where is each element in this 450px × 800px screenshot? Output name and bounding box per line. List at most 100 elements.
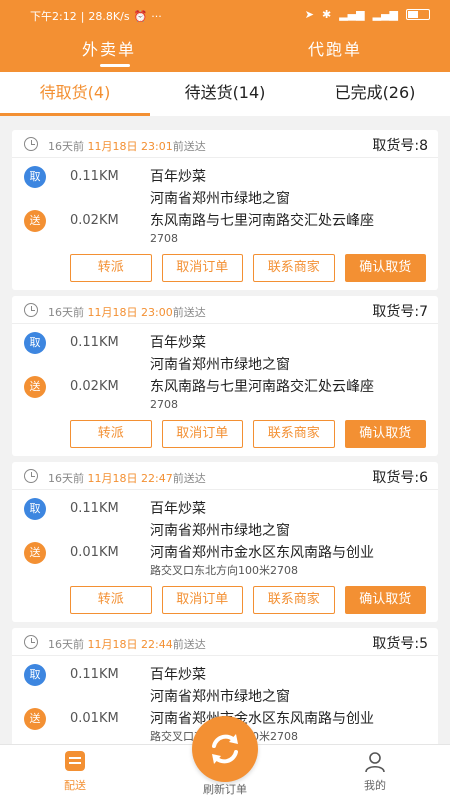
delivery-row: 送 0.01KM 河南省郑州市金水区东风南路与创业 路交叉口东北方向100米27… <box>24 542 428 578</box>
delivery-distance: 0.02KM <box>70 379 119 394</box>
refresh-orders-button[interactable] <box>192 716 258 782</box>
pickup-number: 取货号:5 <box>372 636 428 652</box>
shop-address: 河南省郑州市绿地之窗 <box>150 357 290 373</box>
transfer-button[interactable]: 转派 <box>70 586 152 614</box>
order-age: 16天前 <box>48 472 84 485</box>
order-deadline: 23:01 <box>141 140 173 153</box>
order-list: 16天前 11月18日 23:01 前送达 取货号:8 取 0.11KM 百年炒菜… <box>0 116 450 744</box>
confirm-pickup-button[interactable]: 确认取货 <box>344 586 426 614</box>
pickup-number: 取货号:6 <box>372 470 428 486</box>
delivery-address-extra: 2708 <box>150 232 178 245</box>
tab-completed[interactable]: 已完成(26) <box>300 72 450 116</box>
shop-name: 百年炒菜 <box>150 501 206 517</box>
shop-name: 百年炒菜 <box>150 169 206 185</box>
pickup-row: 取 0.11KM 百年炒菜 河南省郑州市绿地之窗 <box>24 498 428 542</box>
delivery-address-extra: 路交叉口东北方向100米2708 <box>150 564 298 577</box>
delivery-address: 东风南路与七里河南路交汇处云峰座 <box>150 379 374 395</box>
cancel-order-button[interactable]: 取消订单 <box>161 586 243 614</box>
contact-merchant-button[interactable]: 联系商家 <box>253 586 335 614</box>
delivery-row: 送 0.02KM 东风南路与七里河南路交汇处云峰座 2708 <box>24 210 428 246</box>
delivery-address: 东风南路与七里河南路交汇处云峰座 <box>150 213 374 229</box>
network-speed: 28.8K/s <box>88 9 130 23</box>
order-actions: 转派 取消订单 联系商家 确认取货 <box>70 586 426 614</box>
refresh-icon <box>212 734 238 764</box>
contact-merchant-button[interactable]: 联系商家 <box>253 420 335 448</box>
cancel-order-button[interactable]: 取消订单 <box>161 254 243 282</box>
pickup-number: 取货号:8 <box>372 138 428 154</box>
delivery-distance: 0.02KM <box>70 213 119 228</box>
bluetooth-icon: ✱ <box>322 8 332 21</box>
battery-icon <box>406 9 430 20</box>
signal-icon: ▂▄▆ <box>339 8 365 21</box>
contact-merchant-button[interactable]: 联系商家 <box>253 254 335 282</box>
pickup-badge: 取 <box>24 498 46 520</box>
order-date: 11月18日 <box>87 638 138 651</box>
pickup-distance: 0.11KM <box>70 667 119 682</box>
clock-icon <box>24 469 38 483</box>
user-icon <box>365 752 385 773</box>
pickup-badge: 取 <box>24 166 46 188</box>
confirm-pickup-button[interactable]: 确认取货 <box>344 420 426 448</box>
order-date: 11月18日 <box>87 140 138 153</box>
delivery-distance: 0.01KM <box>70 545 119 560</box>
pickup-distance: 0.11KM <box>70 335 119 350</box>
pickup-badge: 取 <box>24 664 46 686</box>
tab-indicator <box>100 64 130 67</box>
nav-refresh-label: 刷新订单 <box>203 783 247 796</box>
delivery-badge: 送 <box>24 210 46 232</box>
pickup-badge: 取 <box>24 332 46 354</box>
pickup-row: 取 0.11KM 百年炒菜 河南省郑州市绿地之窗 <box>24 664 428 708</box>
deadline-suffix: 前送达 <box>172 638 206 651</box>
shop-address: 河南省郑州市绿地之窗 <box>150 689 290 705</box>
delivery-badge: 送 <box>24 542 46 564</box>
tab-awaiting-pickup[interactable]: 待取货(4) <box>0 72 150 116</box>
order-date: 11月18日 <box>87 472 138 485</box>
order-card: 16天前 11月18日 23:00前送达 取货号:7 取 0.11KM 百年炒菜… <box>12 296 438 456</box>
delivery-row: 送 0.02KM 东风南路与七里河南路交汇处云峰座 2708 <box>24 376 428 412</box>
clock-icon <box>24 635 38 649</box>
deadline-suffix: 前送达 <box>172 472 206 485</box>
status-time: 下午2:12 <box>30 10 77 23</box>
status-bar: 下午2:12 | 28.8K/s ⏰ ··· ➤ ✱ ▂▄▆ ▂▄▆ <box>0 0 450 30</box>
pickup-row: 取 0.11KM 百年炒菜 河南省郑州市绿地之窗 <box>24 332 428 376</box>
pickup-number: 取货号:7 <box>372 304 428 320</box>
clock-icon <box>24 303 38 317</box>
delivery-badge: 送 <box>24 708 46 730</box>
header: 下午2:12 | 28.8K/s ⏰ ··· ➤ ✱ ▂▄▆ ▂▄▆ 外卖单 代… <box>0 0 450 72</box>
more-icon: ··· <box>151 9 162 23</box>
nav-profile[interactable]: 我的 <box>330 751 420 793</box>
pickup-distance: 0.11KM <box>70 501 119 516</box>
transfer-button[interactable]: 转派 <box>70 420 152 448</box>
delivery-distance: 0.01KM <box>70 711 119 726</box>
order-age: 16天前 <box>48 140 84 153</box>
cancel-order-button[interactable]: 取消订单 <box>161 420 243 448</box>
tab-awaiting-delivery[interactable]: 待送货(14) <box>150 72 300 116</box>
pickup-row: 取 0.11KM 百年炒菜 河南省郑州市绿地之窗 <box>24 166 428 210</box>
shop-name: 百年炒菜 <box>150 335 206 351</box>
location-icon: ➤ <box>304 8 314 21</box>
nav-delivery[interactable]: 配送 <box>30 751 120 793</box>
nav-refresh-label-wrap[interactable]: 刷新订单 <box>180 781 270 797</box>
nav-profile-label: 我的 <box>364 779 386 792</box>
confirm-pickup-button[interactable]: 确认取货 <box>344 254 426 282</box>
order-age: 16天前 <box>48 638 84 651</box>
tab-errand[interactable]: 代跑单 <box>308 36 362 60</box>
order-actions: 转派 取消订单 联系商家 确认取货 <box>70 254 426 282</box>
order-deadline: 22:47 <box>141 472 173 485</box>
order-actions: 转派 取消订单 联系商家 确认取货 <box>70 420 426 448</box>
order-card: 16天前 11月18日 23:01前送达 取货号:8 取 0.11KM 百年炒菜… <box>12 130 438 290</box>
order-deadline: 23:00 <box>141 306 173 319</box>
transfer-button[interactable]: 转派 <box>70 254 152 282</box>
shop-address: 河南省郑州市绿地之窗 <box>150 191 290 207</box>
delivery-address: 河南省郑州市金水区东风南路与创业 <box>150 545 374 561</box>
delivery-address-extra: 2708 <box>150 398 178 411</box>
signal-icon-2: ▂▄▆ <box>372 8 398 21</box>
tab-takeout[interactable]: 外卖单 <box>82 36 136 60</box>
deadline-suffix: 前送达 <box>172 306 206 319</box>
list-icon <box>65 751 85 771</box>
order-deadline: 22:44 <box>141 638 173 651</box>
shop-address: 河南省郑州市绿地之窗 <box>150 523 290 539</box>
order-card: 16天前 11月18日 22:47前送达 取货号:6 取 0.11KM 百年炒菜… <box>12 462 438 622</box>
delivery-address: 河南省郑州市金水区东风南路与创业 <box>150 711 374 727</box>
order-status-tabs: 待取货(4) 待送货(14) 已完成(26) <box>0 72 450 116</box>
